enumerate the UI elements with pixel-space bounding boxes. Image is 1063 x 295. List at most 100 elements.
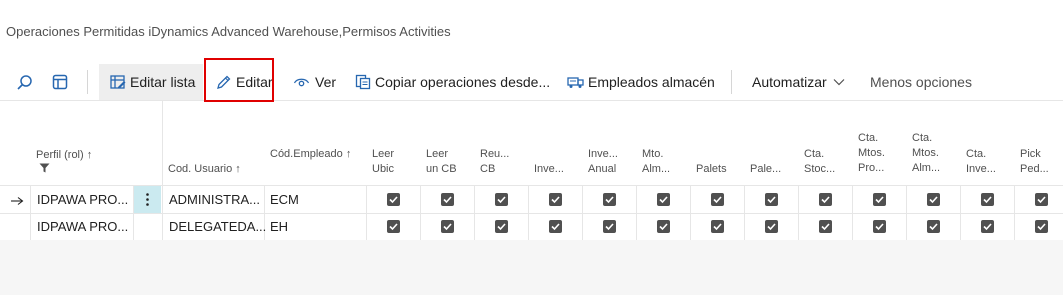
ver-label: Ver (315, 74, 337, 90)
column-divider (162, 100, 163, 240)
permission-checkbox[interactable] (927, 220, 940, 233)
permission-checkbox[interactable] (981, 193, 994, 206)
cell-perfil[interactable]: IDPAWA PRO... (37, 213, 128, 240)
permission-checkbox[interactable] (711, 193, 724, 206)
layout-button[interactable] (52, 64, 68, 100)
checkmark-icon (1037, 196, 1046, 204)
checkmark-icon (713, 196, 722, 204)
copiar-operaciones-button[interactable]: Copiar operaciones desde... (355, 64, 550, 100)
permission-checkbox[interactable] (657, 193, 670, 206)
permission-checkbox[interactable] (765, 193, 778, 206)
cell-divider (960, 186, 961, 240)
checkmark-icon (875, 223, 884, 231)
empty-grid-area (0, 240, 1063, 295)
toolbar-divider (731, 70, 732, 94)
editar-lista-label: Editar lista (130, 74, 196, 90)
column-header-pick-ped[interactable]: Pick Ped... (1020, 147, 1054, 177)
arrow-right-icon (11, 196, 24, 205)
permission-checkbox[interactable] (981, 220, 994, 233)
permission-checkbox[interactable] (873, 193, 886, 206)
cell-divider (906, 186, 907, 240)
permission-checkbox[interactable] (1035, 220, 1048, 233)
permission-checkbox[interactable] (387, 193, 400, 206)
permission-checkbox[interactable] (819, 220, 832, 233)
permission-checkbox[interactable] (387, 220, 400, 233)
cell-cod-empleado[interactable]: ECM (270, 186, 299, 213)
automatizar-menu[interactable]: Automatizar (752, 64, 845, 100)
permission-checkbox[interactable] (441, 220, 454, 233)
chevron-down-icon (833, 79, 845, 86)
cell-perfil[interactable]: IDPAWA PRO... (37, 186, 128, 213)
permission-checkbox[interactable] (711, 220, 724, 233)
checkmark-icon (821, 223, 830, 231)
cell-divider (1014, 186, 1015, 240)
permission-checkbox[interactable] (765, 220, 778, 233)
checkmark-icon (767, 196, 776, 204)
action-toolbar: Editar lista Editar Ver Copiar operacion… (0, 64, 1063, 101)
cell-divider (690, 186, 691, 240)
permission-checkbox[interactable] (927, 193, 940, 206)
checkmark-icon (983, 223, 992, 231)
checkmark-icon (605, 196, 614, 204)
permission-checkbox[interactable] (657, 220, 670, 233)
toolbar-divider (87, 70, 88, 94)
column-header-cta-stoc[interactable]: Cta. Stoc... (804, 147, 836, 177)
permission-checkbox[interactable] (441, 193, 454, 206)
column-header-cod-usuario[interactable]: Cod. Usuario ↑ (168, 162, 241, 177)
checkmark-icon (497, 196, 506, 204)
permission-checkbox[interactable] (603, 220, 616, 233)
permission-checkbox[interactable] (873, 220, 886, 233)
checkmark-icon (983, 196, 992, 204)
cell-divider (474, 186, 475, 240)
empleados-almacen-label: Empleados almacén (588, 74, 715, 90)
empleados-almacen-button[interactable]: Empleados almacén (567, 64, 715, 100)
checkmark-icon (1037, 223, 1046, 231)
cell-cod-empleado[interactable]: EH (270, 213, 288, 240)
permission-checkbox[interactable] (603, 193, 616, 206)
permission-checkbox[interactable] (819, 193, 832, 206)
permission-checkbox[interactable] (549, 193, 562, 206)
page-title: Operaciones Permitidas iDynamics Advance… (6, 24, 451, 39)
cell-divider (852, 186, 853, 240)
search-button[interactable] (16, 64, 33, 100)
checkmark-icon (659, 196, 668, 204)
row-actions-button[interactable] (134, 186, 161, 213)
permission-checkbox[interactable] (495, 220, 508, 233)
menos-opciones-button[interactable]: Menos opciones (870, 64, 972, 100)
column-header-cta-inve[interactable]: Cta. Inve... (966, 147, 998, 177)
checkmark-icon (389, 196, 398, 204)
column-header-cta-mtos-pro[interactable]: Cta. Mtos. Pro... (858, 131, 890, 176)
row-divider (0, 213, 1063, 214)
checkmark-icon (767, 223, 776, 231)
layout-icon (52, 74, 68, 90)
perfil-header-label: Perfil (rol) ↑ (36, 149, 93, 161)
cell-divider (636, 186, 637, 240)
column-header-mto-alm[interactable]: Mto. Alm... (642, 147, 672, 177)
permission-checkbox[interactable] (549, 220, 562, 233)
column-header-palets[interactable]: Palets (696, 162, 727, 177)
column-header-pale[interactable]: Pale... (750, 162, 781, 177)
permission-checkbox[interactable] (495, 193, 508, 206)
cell-divider (366, 186, 367, 240)
column-header-leer-ubic[interactable]: Leer Ubic (372, 147, 402, 177)
column-header-cta-mtos-alm[interactable]: Cta. Mtos. Alm... (912, 131, 944, 176)
search-icon (17, 74, 32, 90)
cell-cod-usuario[interactable]: ADMINISTRA... (169, 186, 260, 213)
filter-icon (39, 163, 50, 173)
cell-divider (582, 186, 583, 240)
editar-lista-button[interactable]: Editar lista (110, 64, 195, 100)
column-header-perfil[interactable]: Perfil (rol) ↑ (36, 148, 92, 178)
row-indicator-arrow (10, 186, 24, 213)
column-header-inve-anual[interactable]: Inve... Anual (588, 147, 620, 177)
warehouse-employees-icon (567, 77, 584, 88)
copy-icon (355, 74, 371, 90)
permission-checkbox[interactable] (1035, 193, 1048, 206)
column-header-inve[interactable]: Inve... (534, 162, 564, 177)
cell-cod-usuario[interactable]: DELEGATEDA... (169, 213, 266, 240)
ver-button[interactable]: Ver (293, 64, 336, 100)
cell-divider (30, 186, 31, 240)
checkmark-icon (713, 223, 722, 231)
column-header-leer-cb[interactable]: Leer un CB (426, 147, 458, 177)
column-header-cod-empleado[interactable]: Cód.Empleado ↑ (270, 147, 354, 162)
column-header-reu-cb[interactable]: Reu... CB (480, 147, 512, 177)
